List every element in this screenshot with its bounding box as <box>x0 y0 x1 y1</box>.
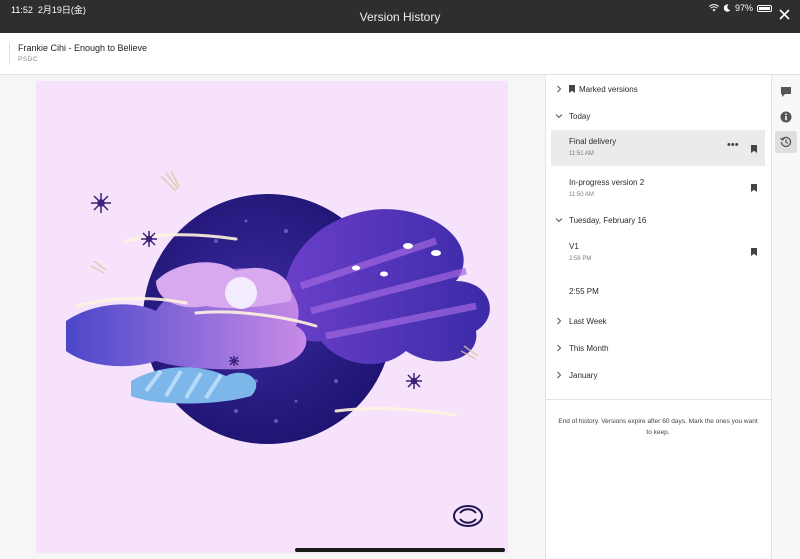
group-last-week[interactable]: Last Week <box>546 312 772 332</box>
close-button[interactable] <box>779 8 790 24</box>
chevron-down-icon <box>555 218 563 223</box>
version-time: 11:50 AM <box>569 192 594 198</box>
status-indicators: 97% <box>708 3 772 13</box>
moon-icon <box>723 4 731 12</box>
chevron-right-icon <box>557 344 562 352</box>
group-feb16[interactable]: Tuesday, February 16 <box>546 211 772 231</box>
version-item[interactable]: In-progress version 2 11:50 AM <box>551 171 765 207</box>
more-options-button[interactable]: ••• <box>727 139 739 151</box>
wifi-icon <box>708 4 719 12</box>
group-today[interactable]: Today <box>546 107 772 127</box>
document-type: PSDC <box>18 56 39 63</box>
chevron-down-icon <box>555 114 563 119</box>
panel-divider <box>546 399 772 400</box>
battery-icon <box>757 4 772 12</box>
version-history-panel: Marked versions Today Final delivery 11:… <box>545 75 772 559</box>
history-icon <box>780 136 792 148</box>
version-name: V1 <box>569 242 579 251</box>
chevron-right-icon <box>557 371 562 379</box>
artwork-illustration <box>36 81 508 553</box>
side-rail <box>771 75 800 559</box>
version-time: 2:58 PM <box>569 256 592 262</box>
comments-icon <box>781 87 791 97</box>
group-january[interactable]: January <box>546 366 772 386</box>
home-indicator[interactable] <box>295 548 505 552</box>
bookmark-icon[interactable] <box>751 184 757 192</box>
group-label: This Month <box>569 344 609 353</box>
group-label: Last Week <box>569 317 607 326</box>
version-item[interactable]: 2:55 PM <box>551 279 765 303</box>
header-divider <box>9 43 10 65</box>
info-icon <box>780 111 792 123</box>
comments-button[interactable] <box>775 81 797 103</box>
group-this-month[interactable]: This Month <box>546 339 772 359</box>
window-title: Version History <box>359 10 441 24</box>
battery-percent: 97% <box>734 3 753 13</box>
bookmark-icon <box>569 85 575 93</box>
version-time: 11:51 AM <box>569 151 594 157</box>
marked-versions-label: Marked versions <box>579 85 638 94</box>
group-label: January <box>569 371 598 380</box>
close-icon <box>779 9 790 20</box>
version-name: 2:55 PM <box>569 287 599 296</box>
group-label: Tuesday, February 16 <box>569 216 647 225</box>
group-label: Today <box>569 112 591 121</box>
bookmark-icon[interactable] <box>751 248 757 256</box>
version-item[interactable]: V1 2:58 PM <box>551 235 765 271</box>
status-bar: 11:52 2月19日(金) Version History 97% <box>0 0 800 33</box>
artwork-preview[interactable] <box>36 81 508 553</box>
group-marked-versions[interactable]: Marked versions <box>546 80 772 100</box>
bookmark-icon[interactable] <box>751 145 757 153</box>
document-header: Frankie Cihi - Enough to Believe PSDC <box>0 33 800 75</box>
end-of-history-note: End of history. Versions expire after 60… <box>558 418 758 436</box>
version-name: Final delivery <box>569 137 617 146</box>
document-name: Frankie Cihi - Enough to Believe <box>18 43 148 53</box>
canvas-area <box>0 75 545 559</box>
version-item[interactable]: Final delivery 11:51 AM ••• <box>551 130 765 166</box>
chevron-right-icon <box>557 317 562 325</box>
version-name: In-progress version 2 <box>569 178 645 187</box>
info-button[interactable] <box>775 106 797 128</box>
chevron-right-icon <box>557 85 562 93</box>
history-button[interactable] <box>775 131 797 153</box>
